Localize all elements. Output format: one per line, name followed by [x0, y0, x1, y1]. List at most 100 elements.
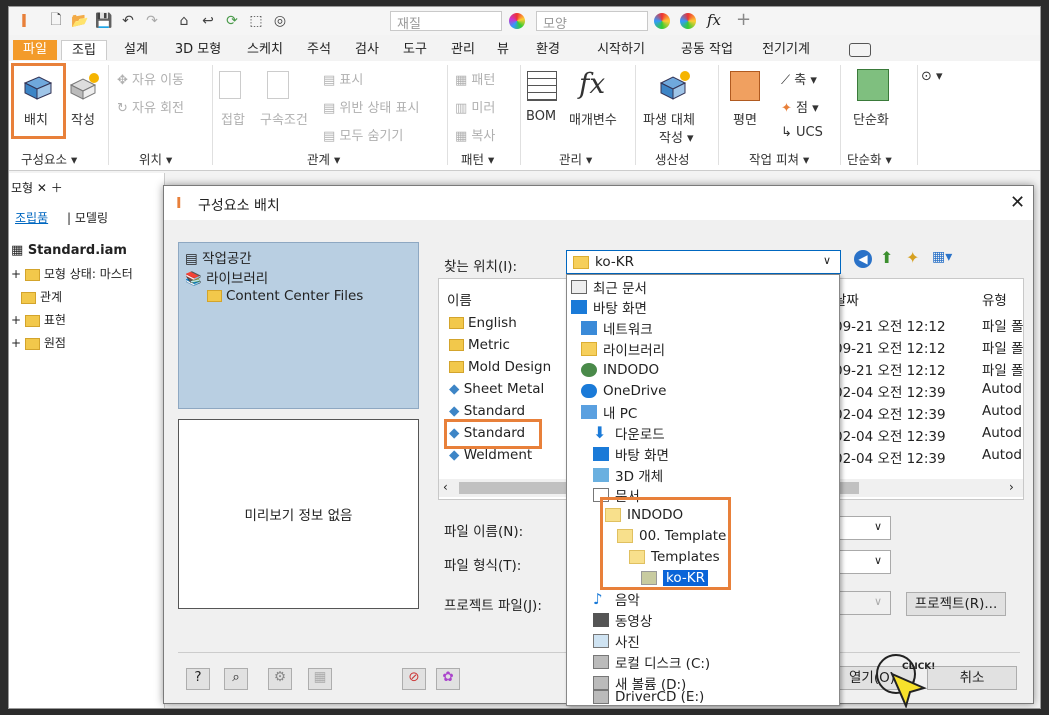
open-folder-icon[interactable]: 📂	[71, 12, 89, 30]
places-content-center[interactable]: Content Center Files	[207, 288, 363, 304]
back-icon[interactable]: ◀	[854, 250, 872, 268]
simplify-button[interactable]: 단순화	[853, 109, 889, 128]
tab-sketch[interactable]: 스케치	[239, 40, 291, 60]
options-button-icon[interactable]: ⚙	[268, 668, 292, 690]
tab-inspect[interactable]: 검사	[347, 40, 387, 60]
tree-root[interactable]: ▦ Standard.iam	[11, 243, 127, 258]
tab-design[interactable]: 설계	[115, 40, 157, 60]
ribbon-display-icon[interactable]	[849, 43, 871, 57]
dropdown-videos[interactable]: 동영상	[593, 610, 652, 630]
scroll-right-icon[interactable]: ›	[1009, 480, 1014, 494]
dropdown-recent[interactable]: 최근 문서	[571, 277, 647, 297]
project-combo[interactable]: ∨	[839, 591, 891, 615]
interchangeable-icon[interactable]: ⊘	[402, 668, 426, 690]
update-icon[interactable]: ⟳	[223, 12, 241, 30]
bom-button[interactable]: BOM	[526, 109, 556, 124]
dropdown-this-pc[interactable]: 내 PC	[581, 402, 637, 422]
project-button[interactable]: 프로젝트(R)...	[906, 592, 1006, 616]
dropdown-drive-e[interactable]: DriverCD (E:)	[593, 687, 704, 707]
free-move-button[interactable]: ✥ 자유 이동	[117, 69, 184, 88]
undo-icon[interactable]: ↶	[119, 12, 137, 30]
place-button[interactable]: 배치	[24, 109, 48, 128]
ilogic-icon[interactable]: ▦	[308, 668, 332, 690]
model-tab[interactable]: 모형 ✕ ＋	[11, 179, 63, 196]
dropdown-desktop-2[interactable]: 바탕 화면	[593, 444, 669, 464]
axis-button[interactable]: ⟋ 축 ▾	[781, 69, 817, 88]
home-icon[interactable]: ⌂	[175, 12, 193, 30]
tab-electromechanical[interactable]: 전기기계	[753, 40, 819, 60]
cancel-button[interactable]: 취소	[927, 666, 1017, 690]
help-icon[interactable]: ?	[186, 668, 210, 690]
file-row-metric[interactable]: Metric	[449, 337, 510, 353]
redo-icon[interactable]: ↷	[143, 12, 161, 30]
dropdown-3d-objects[interactable]: 3D 개체	[593, 465, 663, 485]
view-menu-icon[interactable]: ▦▾	[932, 249, 952, 265]
tab-get-started[interactable]: 시작하기	[581, 40, 661, 60]
dropdown-pictures[interactable]: 사진	[593, 631, 640, 651]
group-relationships[interactable]: 관계 ▾	[307, 149, 340, 168]
dropdown-downloads[interactable]: ⬇ 다운로드	[593, 423, 665, 444]
create-button[interactable]: 작성	[71, 109, 95, 128]
find-icon[interactable]: ⌕	[224, 668, 248, 690]
tab-assemble[interactable]: 조립	[61, 40, 107, 60]
clear-appearance-icon[interactable]	[680, 13, 696, 29]
plus-icon[interactable]: +	[736, 9, 751, 30]
group-simplification[interactable]: 단순화 ▾	[847, 149, 892, 168]
reference-icon[interactable]: ✿	[436, 668, 460, 690]
show-button[interactable]: ▤ 표시	[323, 69, 363, 88]
filetype-combo[interactable]: ∨	[839, 550, 891, 574]
copy-button[interactable]: ▦ 복사	[455, 125, 495, 144]
show-sick-button[interactable]: ▤ 위반 상태 표시	[323, 97, 419, 116]
tab-annotate[interactable]: 주석	[299, 40, 339, 60]
tab-3d-model[interactable]: 3D 모형	[165, 40, 231, 60]
tree-item-relationships[interactable]: 관계	[21, 288, 62, 305]
fx-icon[interactable]: fx	[707, 11, 721, 29]
tab-file[interactable]: 파일	[13, 40, 57, 60]
file-row-english[interactable]: English	[449, 315, 517, 331]
tab-collaborate[interactable]: 공동 작업	[669, 40, 745, 60]
modeling-subtab[interactable]: | 모델링	[67, 209, 108, 226]
group-pattern[interactable]: 패턴 ▾	[461, 149, 494, 168]
hide-all-button[interactable]: ▤ 모두 숨기기	[323, 125, 403, 144]
dropdown-onedrive[interactable]: OneDrive	[581, 381, 666, 401]
tree-item-representations[interactable]: + 표현	[11, 311, 66, 328]
pattern-button[interactable]: ▦ 패턴	[455, 69, 495, 88]
parameters-button[interactable]: 매개변수	[569, 109, 617, 128]
group-manage[interactable]: 관리 ▾	[559, 149, 592, 168]
save-icon[interactable]: 💾	[95, 12, 113, 30]
plane-button[interactable]: 평면	[733, 109, 757, 128]
group-position[interactable]: 위치 ▾	[139, 149, 172, 168]
appearance-combo[interactable]: 모양	[536, 11, 648, 32]
dropdown-desktop[interactable]: 바탕 화면	[571, 297, 647, 317]
column-name[interactable]: 이름	[447, 289, 472, 309]
file-row-standard[interactable]: ◆ Standard	[449, 403, 525, 419]
material-icon[interactable]: ◎	[271, 12, 289, 30]
assembly-subtab[interactable]: 조립품	[15, 209, 48, 226]
ucs-button[interactable]: ↳ UCS	[781, 125, 823, 140]
group-work-features[interactable]: 작업 피쳐 ▾	[749, 149, 809, 168]
adjust-icon[interactable]	[654, 13, 670, 29]
group-component[interactable]: 구성요소 ▾	[21, 149, 77, 168]
tab-manage[interactable]: 관리	[443, 40, 483, 60]
up-folder-icon[interactable]: ⬆	[880, 248, 893, 267]
file-row-weldment[interactable]: ◆ Weldment	[449, 447, 532, 463]
tree-item-model-state[interactable]: + 모형 상태: 마스터	[11, 265, 133, 282]
appearance-icon[interactable]	[509, 13, 525, 29]
scroll-left-icon[interactable]: ‹	[443, 480, 448, 494]
return-icon[interactable]: ↩	[199, 12, 217, 30]
options-icon[interactable]: ⊙ ▾	[921, 69, 943, 84]
tab-view[interactable]: 뷰	[491, 40, 515, 60]
material-combo[interactable]: 재질	[390, 11, 502, 32]
close-icon[interactable]: ✕	[1010, 192, 1025, 213]
new-file-icon[interactable]: 🗋	[47, 12, 65, 30]
file-row-mold-design[interactable]: Mold Design	[449, 359, 551, 375]
dropdown-music[interactable]: ♪ 음악	[593, 589, 640, 610]
mirror-button[interactable]: ▥ 미러	[455, 97, 495, 116]
dropdown-network[interactable]: 네트워크	[581, 318, 653, 338]
tab-tools[interactable]: 도구	[395, 40, 435, 60]
dropdown-user[interactable]: INDODO	[581, 360, 659, 380]
select-icon[interactable]: ⬚	[247, 12, 265, 30]
tab-environments[interactable]: 환경	[523, 40, 573, 60]
new-folder-icon[interactable]: ✦	[906, 248, 919, 267]
free-rotate-button[interactable]: ↻ 자유 회전	[117, 97, 184, 116]
